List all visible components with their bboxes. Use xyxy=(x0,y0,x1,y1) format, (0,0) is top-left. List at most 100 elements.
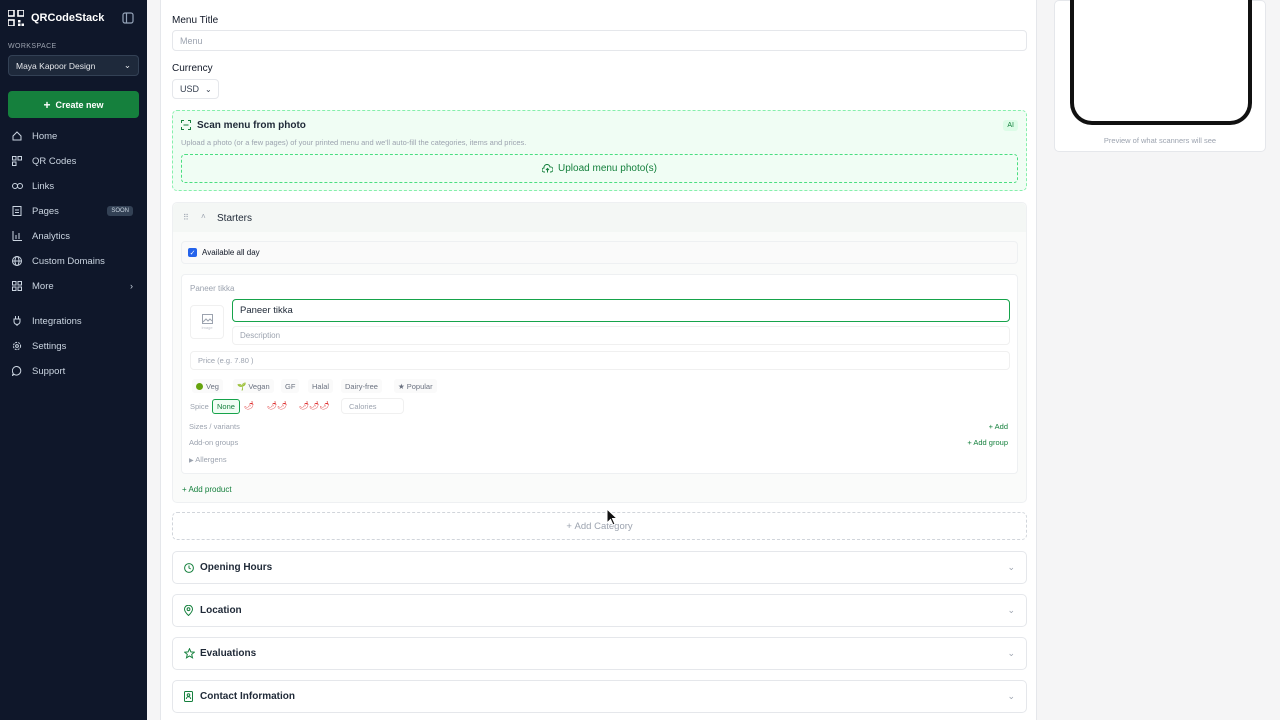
sidebar-item-label: Settings xyxy=(32,340,67,352)
spice-3-button[interactable]: 🌶🌶🌶 xyxy=(299,401,329,410)
phone-mockup xyxy=(1070,0,1252,125)
available-label: Available all day xyxy=(202,248,260,257)
sidebar-item-qr-codes[interactable]: QR Codes xyxy=(8,151,139,171)
veg-icon xyxy=(196,382,203,390)
chevron-down-icon: ⌄ xyxy=(1007,691,1015,701)
tag-popular[interactable]: ★ Popular xyxy=(394,379,437,393)
product-price-input[interactable]: Price (e.g. 7.80 ) xyxy=(190,351,1010,370)
section-opening-hours[interactable]: Opening Hours ⌄ xyxy=(172,551,1027,584)
spice-none-button[interactable]: None xyxy=(212,399,240,414)
sidebar-item-integrations[interactable]: Integrations xyxy=(8,311,139,331)
category-name[interactable]: Starters xyxy=(217,213,252,224)
section-title: Evaluations xyxy=(200,648,257,659)
product-image-upload[interactable]: Image xyxy=(190,305,224,339)
tag-label: Dairy-free xyxy=(345,381,378,391)
currency-value: USD xyxy=(180,84,200,94)
section-contact-information[interactable]: Contact Information ⌄ xyxy=(172,680,1027,713)
star-icon: ★ xyxy=(398,381,405,391)
ai-badge: AI xyxy=(1003,120,1018,131)
menu-title-label: Menu Title xyxy=(172,15,219,26)
sidebar-item-more[interactable]: More › xyxy=(8,276,139,296)
sidebar-collapse-icon[interactable] xyxy=(122,12,134,24)
map-pin-icon xyxy=(184,605,200,616)
section-evaluations[interactable]: Evaluations ⌄ xyxy=(172,637,1027,670)
menu-title-input[interactable]: Menu xyxy=(172,30,1027,51)
product-heading: Paneer tikka xyxy=(190,284,235,293)
chevron-down-icon: ⌄ xyxy=(1007,648,1015,658)
sidebar-item-custom-domains[interactable]: Custom Domains xyxy=(8,251,139,271)
image-caption: Image xyxy=(201,325,213,330)
drag-handle-icon[interactable]: ⠿ xyxy=(183,213,189,222)
allergens-label: Allergens xyxy=(195,455,227,464)
sidebar-item-links[interactable]: Links xyxy=(8,176,139,196)
add-group-button[interactable]: + Add group xyxy=(967,438,1008,447)
chevron-down-icon: ⌄ xyxy=(1007,562,1015,572)
gear-icon xyxy=(12,341,26,351)
add-category-label: Add Category xyxy=(574,520,633,532)
sidebar-item-label: Support xyxy=(32,365,66,377)
grid-icon xyxy=(12,281,26,291)
create-new-button[interactable]: + Create new xyxy=(8,91,139,118)
caret-right-icon: ▶ xyxy=(189,458,194,464)
tag-gf[interactable]: GF xyxy=(281,379,300,393)
tag-vegan[interactable]: 🌱 Vegan xyxy=(233,379,274,393)
tag-halal[interactable]: Halal xyxy=(308,379,334,393)
chevron-up-icon[interactable]: ˄ xyxy=(201,212,206,221)
tag-dairy-free[interactable]: Dairy-free xyxy=(341,379,382,393)
add-product-button[interactable]: + Add product xyxy=(182,485,232,494)
sidebar-item-pages[interactable]: Pages SOON xyxy=(8,201,139,221)
currency-label: Currency xyxy=(172,63,213,74)
upload-photo-button[interactable]: Upload menu photo(s) xyxy=(181,154,1018,183)
product-card: Paneer tikka Image Paneer tikka Descript… xyxy=(181,274,1018,474)
qr-logo-icon xyxy=(8,10,24,26)
allergens-toggle[interactable]: ▶ Allergens xyxy=(189,455,227,464)
add-category-button[interactable]: + Add Category xyxy=(172,512,1027,540)
sidebar-item-label: Analytics xyxy=(32,230,71,242)
workspace-select[interactable]: Maya Kapoor Design ⌄ xyxy=(8,55,139,76)
spice-2-button[interactable]: 🌶🌶 xyxy=(267,401,287,410)
link-icon xyxy=(12,181,26,191)
category-starters: ⠿ ˄ Starters ✓ Available all day Paneer … xyxy=(172,202,1027,503)
available-checkbox[interactable]: ✓ xyxy=(188,248,197,257)
tag-label: Veg xyxy=(206,381,219,391)
add-size-button[interactable]: + Add xyxy=(989,422,1008,431)
menu-editor: Menu Title Menu Currency USD ⌄ Scan menu … xyxy=(160,0,1037,720)
chevron-down-icon: ⌄ xyxy=(123,60,131,70)
chevron-down-icon: ⌄ xyxy=(1007,605,1015,615)
sprout-icon: 🌱 xyxy=(237,381,247,391)
chart-icon xyxy=(12,231,26,241)
sidebar-item-label: Integrations xyxy=(32,315,82,327)
sidebar-item-label: Custom Domains xyxy=(32,255,105,267)
availability-row: ✓ Available all day xyxy=(181,241,1018,264)
home-icon xyxy=(12,131,26,141)
plus-icon: + xyxy=(43,97,51,112)
sidebar-item-label: Pages xyxy=(32,205,59,217)
brand[interactable]: QRCodeStack xyxy=(8,10,104,26)
tag-veg[interactable]: Veg xyxy=(192,379,223,393)
sidebar-item-home[interactable]: Home xyxy=(8,126,139,146)
calories-input[interactable]: Calories xyxy=(341,398,404,414)
section-title: Opening Hours xyxy=(200,562,273,573)
tag-label: GF xyxy=(285,381,296,391)
scan-description: Upload a photo (or a few pages) of your … xyxy=(181,138,527,147)
image-icon xyxy=(201,314,213,324)
clock-icon xyxy=(184,562,200,573)
product-name-input[interactable]: Paneer tikka xyxy=(232,299,1010,322)
create-new-label: Create new xyxy=(55,99,104,110)
spice-1-button[interactable]: 🌶 xyxy=(244,401,254,410)
sidebar-item-analytics[interactable]: Analytics xyxy=(8,226,139,246)
sidebar-item-label: Home xyxy=(32,130,58,142)
currency-select[interactable]: USD ⌄ xyxy=(172,79,219,99)
spice-label: Spice xyxy=(190,402,209,411)
sidebar-item-settings[interactable]: Settings xyxy=(8,336,139,356)
sidebar-item-label: Links xyxy=(32,180,55,192)
contact-book-icon xyxy=(184,691,200,702)
mouse-cursor-icon xyxy=(606,508,618,526)
sidebar: QRCodeStack WORKSPACE Maya Kapoor Design… xyxy=(0,0,147,720)
product-description-input[interactable]: Description xyxy=(232,326,1010,345)
add-product-label: Add product xyxy=(188,485,232,494)
plug-icon xyxy=(12,316,26,326)
section-location[interactable]: Location ⌄ xyxy=(172,594,1027,627)
preview-panel: Preview of what scanners will see xyxy=(1054,0,1266,152)
sidebar-item-support[interactable]: Support xyxy=(8,361,139,381)
